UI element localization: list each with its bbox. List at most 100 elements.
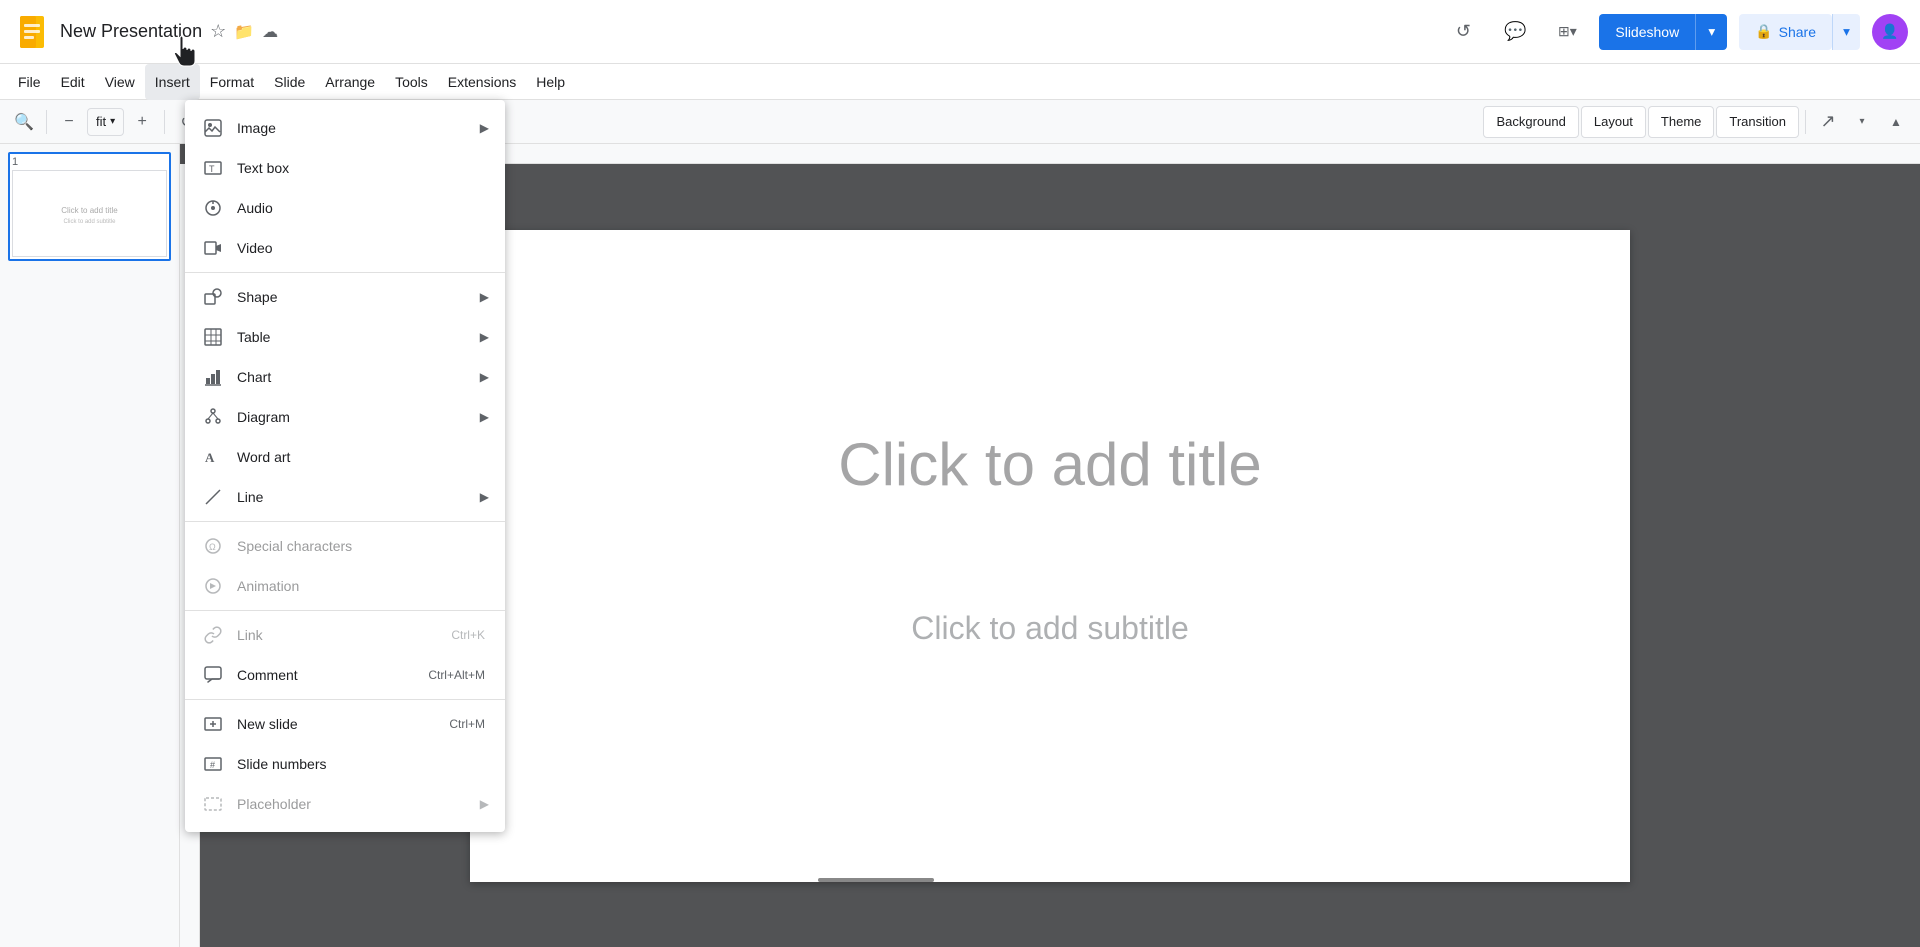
svg-text:A: A (205, 450, 215, 465)
menu-bar: File Edit View Insert Format Slide Arran… (0, 64, 1920, 100)
insert-placeholder-item: Placeholder ▶ (185, 784, 505, 824)
insert-menu-section-2: Shape ▶ Table ▶ (185, 273, 505, 522)
insert-link-item: Link Ctrl+K (185, 615, 505, 655)
background-button[interactable]: Background (1483, 106, 1578, 138)
lock-icon: 🔒 (1755, 23, 1772, 40)
svg-text:T: T (209, 164, 215, 174)
insert-special-chars-item: Ω Special characters (185, 526, 505, 566)
top-bar: New Presentation ☆ 📁 ☁ ↺ 💬 ⊞▾ Slideshow … (0, 0, 1920, 64)
user-avatar[interactable]: 👤 (1872, 14, 1908, 50)
slide-title-placeholder[interactable]: Click to add title (550, 430, 1550, 499)
insert-audio-label: Audio (237, 200, 489, 216)
star-icon[interactable]: ☆ (210, 21, 226, 42)
insert-comment-item[interactable]: Comment Ctrl+Alt+M (185, 655, 505, 695)
menu-file[interactable]: File (8, 64, 51, 100)
link-shortcut: Ctrl+K (451, 628, 485, 642)
theme-button[interactable]: Theme (1648, 106, 1714, 138)
menu-format[interactable]: Format (200, 64, 264, 100)
menu-edit[interactable]: Edit (51, 64, 95, 100)
title-icons: ☆ 📁 ☁ (210, 21, 278, 42)
insert-new-slide-item[interactable]: New slide Ctrl+M (185, 704, 505, 744)
comments-icon[interactable]: 💬 (1495, 12, 1535, 52)
slideshow-control: Slideshow ▾ (1599, 14, 1727, 50)
horizontal-scrollbar-thumb[interactable] (818, 878, 934, 882)
image-icon (201, 116, 225, 140)
insert-audio-item[interactable]: Audio (185, 188, 505, 228)
insert-slide-numbers-item[interactable]: # Slide numbers (185, 744, 505, 784)
link-icon (201, 623, 225, 647)
zoom-out-button[interactable]: − (53, 106, 85, 138)
insert-line-item[interactable]: Line ▶ (185, 477, 505, 517)
zoom-level[interactable]: fit ▾ (87, 108, 124, 136)
share-dropdown-button[interactable]: ▾ (1832, 14, 1860, 50)
layout-button[interactable]: Layout (1581, 106, 1646, 138)
menu-extensions[interactable]: Extensions (438, 64, 526, 100)
menu-tools[interactable]: Tools (385, 64, 438, 100)
shape-arrow-icon: ▶ (480, 290, 489, 304)
slide-canvas[interactable]: Click to add title Click to add subtitle (470, 230, 1630, 882)
insert-video-item[interactable]: Video (185, 228, 505, 268)
svg-text:Ω: Ω (209, 542, 216, 552)
wordart-icon: A (201, 445, 225, 469)
comment-shortcut: Ctrl+Alt+M (428, 668, 485, 682)
insert-wordart-item[interactable]: A Word art (185, 437, 505, 477)
slide-number-1: 1 (12, 156, 167, 168)
slide-subtitle-placeholder[interactable]: Click to add subtitle (550, 610, 1550, 647)
folder-icon[interactable]: 📁 (234, 22, 254, 42)
menu-help[interactable]: Help (526, 64, 575, 100)
insert-image-item[interactable]: Image ▶ (185, 108, 505, 148)
insert-table-item[interactable]: Table ▶ (185, 317, 505, 357)
collapse-button[interactable]: ▲ (1880, 106, 1912, 138)
insert-textbox-label: Text box (237, 160, 489, 176)
chart-icon (201, 365, 225, 389)
insert-diagram-label: Diagram (237, 409, 480, 425)
slides-panel: 1 Click to add title Click to add subtit… (0, 144, 180, 947)
svg-text:#: # (210, 760, 215, 770)
insert-shape-item[interactable]: Shape ▶ (185, 277, 505, 317)
insert-menu-section-3: Ω Special characters Animation (185, 522, 505, 611)
menu-view[interactable]: View (95, 64, 145, 100)
audio-icon (201, 196, 225, 220)
new-slide-icon (201, 712, 225, 736)
insert-comment-label: Comment (237, 667, 428, 683)
divider-1 (46, 110, 47, 134)
insert-line-label: Line (237, 489, 480, 505)
table-arrow-icon: ▶ (480, 330, 489, 344)
insert-textbox-item[interactable]: T Text box (185, 148, 505, 188)
search-button[interactable]: 🔍 (8, 106, 40, 138)
insert-wordart-label: Word art (237, 449, 489, 465)
line-icon (201, 485, 225, 509)
table-icon (201, 325, 225, 349)
mode-selector[interactable]: ↗ (1812, 106, 1844, 138)
image-arrow-icon: ▶ (480, 121, 489, 135)
menu-slide[interactable]: Slide (264, 64, 315, 100)
insert-chart-item[interactable]: Chart ▶ (185, 357, 505, 397)
mode-dropdown[interactable]: ▾ (1846, 106, 1878, 138)
insert-video-label: Video (237, 240, 489, 256)
slideshow-dropdown-button[interactable]: ▾ (1695, 14, 1727, 50)
present-mode-icon[interactable]: ⊞▾ (1547, 12, 1587, 52)
insert-placeholder-label: Placeholder (237, 796, 480, 812)
slide-numbers-icon: # (201, 752, 225, 776)
doc-title[interactable]: New Presentation (60, 21, 202, 42)
cloud-icon[interactable]: ☁ (262, 22, 278, 42)
insert-slide-numbers-label: Slide numbers (237, 756, 489, 772)
history-icon[interactable]: ↺ (1443, 12, 1483, 52)
insert-diagram-item[interactable]: Diagram ▶ (185, 397, 505, 437)
comment-icon (201, 663, 225, 687)
textbox-icon: T (201, 156, 225, 180)
slide-thumb-1[interactable]: 1 Click to add title Click to add subtit… (8, 152, 171, 261)
shape-icon (201, 285, 225, 309)
insert-menu-section-1: Image ▶ T Text box Audio (185, 104, 505, 273)
divider-5 (1805, 110, 1806, 134)
transition-button[interactable]: Transition (1716, 106, 1799, 138)
slideshow-button[interactable]: Slideshow (1599, 14, 1695, 50)
menu-insert[interactable]: Insert (145, 64, 200, 100)
share-button[interactable]: 🔒 Share (1739, 14, 1832, 50)
menu-arrange[interactable]: Arrange (315, 64, 385, 100)
insert-image-label: Image (237, 120, 480, 136)
zoom-in-button[interactable]: + (126, 106, 158, 138)
insert-chart-label: Chart (237, 369, 480, 385)
insert-link-label: Link (237, 627, 451, 643)
insert-table-label: Table (237, 329, 480, 345)
